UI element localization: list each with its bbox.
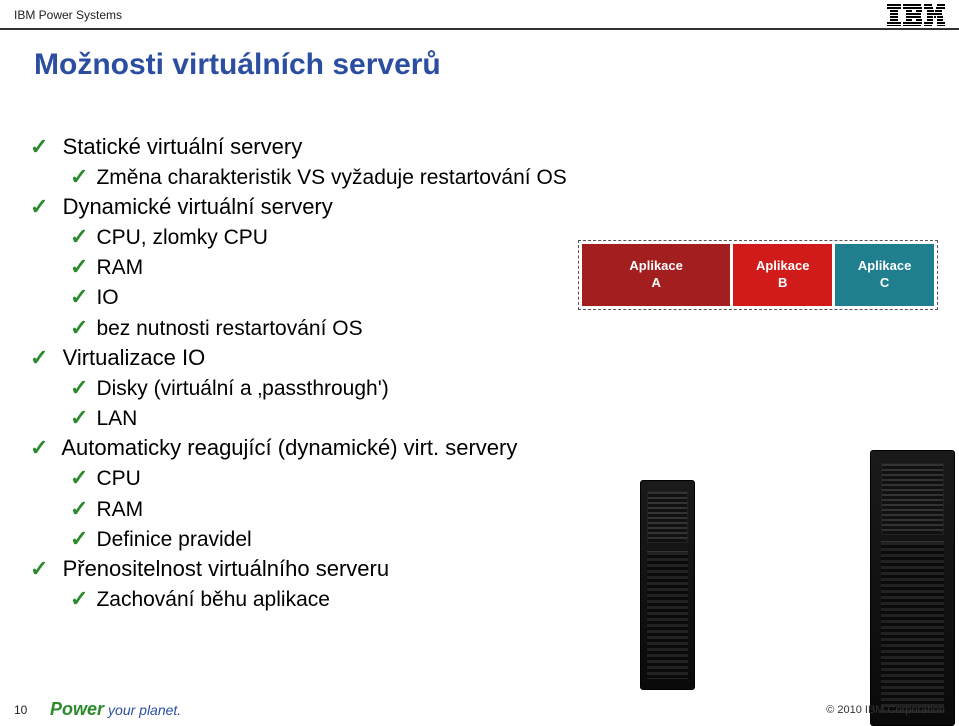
ibm-logo-icon	[887, 4, 945, 26]
list-item: Automaticky reagující (dynamické) virt. …	[30, 433, 959, 554]
header-bar: IBM Power Systems	[0, 0, 959, 30]
content-area: Statické virtuální servery Změna charakt…	[30, 132, 959, 614]
bullet-text: Přenositelnost virtuálního serveru	[63, 556, 390, 581]
bullet-text: CPU, zlomky CPU	[96, 226, 268, 249]
app-label: Aplikace	[756, 258, 809, 275]
bullet-list: Statické virtuální servery Změna charakt…	[30, 132, 959, 614]
bullet-text: LAN	[96, 407, 137, 430]
product-line-label: IBM Power Systems	[14, 8, 122, 22]
bullet-text: RAM	[96, 256, 143, 279]
your-planet-word: your planet.	[108, 702, 181, 718]
footer-bar: 10 Power your planet. © 2010 IBM Corpora…	[0, 699, 959, 720]
list-item: LAN	[70, 403, 959, 433]
page-title: Možnosti virtuálních serverů	[34, 48, 959, 82]
list-item: bez nutnosti restartování OS	[70, 313, 959, 343]
app-label: Aplikace	[858, 258, 911, 275]
page-number: 10	[14, 703, 44, 717]
bullet-text: Automaticky reagující (dynamické) virt. …	[61, 435, 517, 460]
app-name: C	[880, 275, 889, 292]
bullet-text: Disky (virtuální a ‚passthrough')	[96, 377, 388, 400]
app-name: B	[778, 275, 787, 292]
list-item: Změna charakteristik VS vyžaduje restart…	[70, 162, 959, 192]
list-item: Definice pravidel	[70, 524, 959, 554]
bullet-text: Statické virtuální servery	[63, 134, 303, 159]
list-item: Přenositelnost virtuálního serveru Zacho…	[30, 554, 959, 614]
bullet-text: Změna charakteristik VS vyžaduje restart…	[96, 166, 566, 189]
list-item: Disky (virtuální a ‚passthrough')	[70, 373, 959, 403]
app-name: A	[651, 275, 660, 292]
list-item: Statické virtuální servery Změna charakt…	[30, 132, 959, 192]
app-tile-b: Aplikace B	[733, 244, 832, 306]
list-item: Virtualizace IO Disky (virtuální a ‚pass…	[30, 343, 959, 433]
bullet-text: IO	[96, 286, 118, 309]
bullet-text: Virtualizace IO	[63, 345, 206, 370]
bullet-text: CPU	[96, 467, 140, 490]
list-item: RAM	[70, 494, 959, 524]
list-item: Zachování běhu aplikace	[70, 584, 959, 614]
power-word: Power	[50, 699, 104, 720]
bullet-text: RAM	[96, 498, 143, 521]
applications-box: Aplikace A Aplikace B Aplikace C	[578, 240, 938, 310]
server-rack-icon	[640, 480, 695, 690]
bullet-text: bez nutnosti restartování OS	[96, 317, 362, 340]
bullet-text: Dynamické virtuální servery	[63, 194, 333, 219]
power-your-planet-logo: Power your planet.	[50, 699, 181, 720]
copyright-label: © 2010 IBM Corporation	[826, 704, 945, 716]
app-label: Aplikace	[629, 258, 682, 275]
bullet-text: Zachování běhu aplikace	[96, 588, 330, 611]
app-tile-a: Aplikace A	[582, 244, 730, 306]
list-item: CPU	[70, 463, 959, 493]
bullet-text: Definice pravidel	[96, 528, 251, 551]
server-rack-large-icon	[870, 450, 955, 726]
app-tile-c: Aplikace C	[835, 244, 934, 306]
